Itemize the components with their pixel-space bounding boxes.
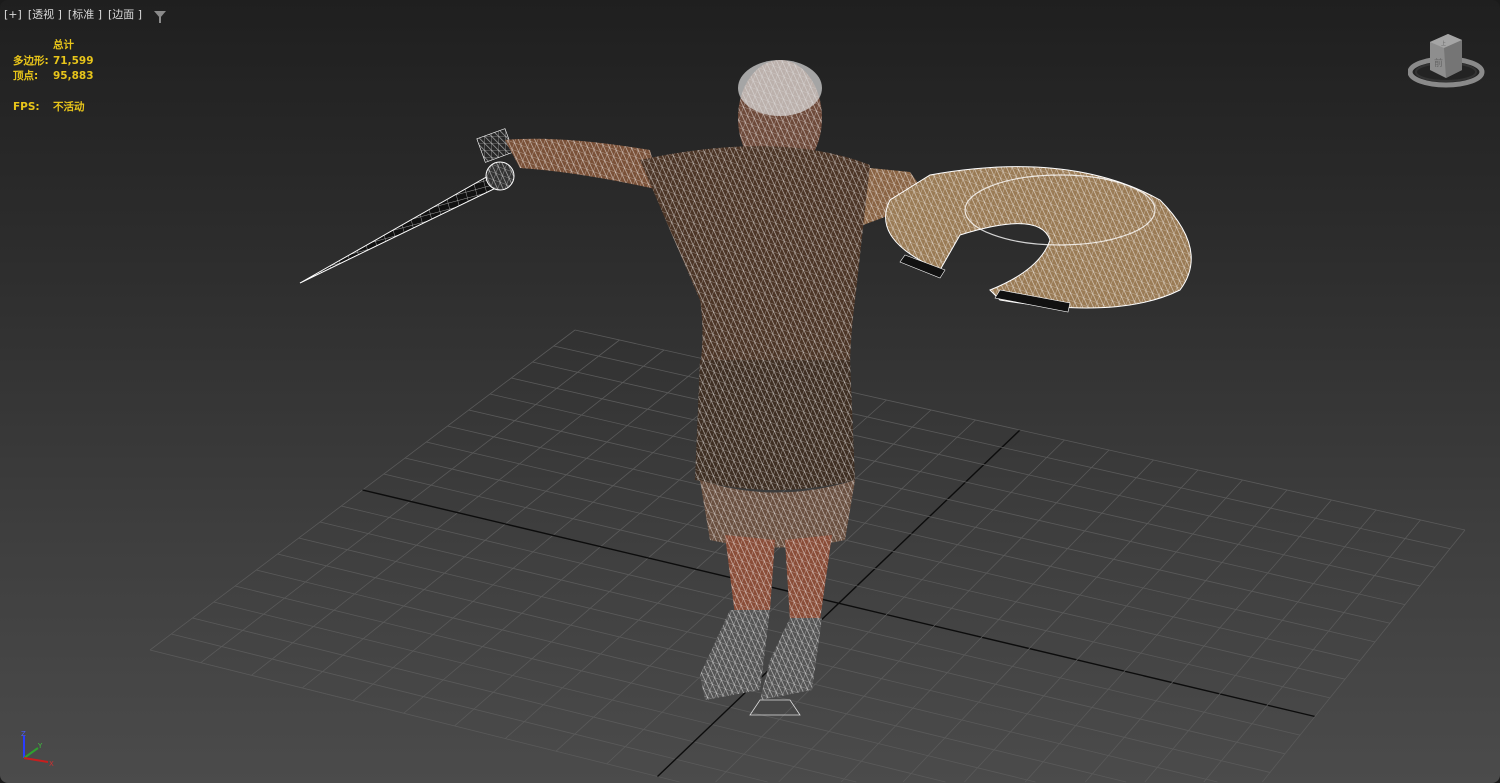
sword[interactable] <box>299 128 515 284</box>
fps-label: FPS: <box>13 101 40 113</box>
statistics-overlay: 总计 多边形: 71,599 顶点: 95,883 FPS: 不活动 <box>13 38 94 116</box>
fps-value: 不活动 <box>53 101 85 113</box>
vertices-value: 95,883 <box>53 70 94 82</box>
stats-header: 总计 <box>53 39 74 51</box>
shield[interactable] <box>885 166 1192 313</box>
axis-z-label: Z <box>21 730 26 738</box>
perspective-viewport[interactable]: [+] [透视 ] [标准 ] [边面 ] 总计 多边形: 71,599 顶点: 9… <box>0 0 1500 783</box>
viewport-general-menu[interactable]: [+] <box>4 8 22 21</box>
viewport-shading-menu[interactable]: [标准 ] <box>68 6 102 22</box>
viewport-display-mode-menu[interactable]: [边面 ] <box>108 6 142 22</box>
vertices-label: 顶点: <box>13 70 39 82</box>
axis-tripod-icon: Z Y X <box>21 730 54 768</box>
polygons-value: 71,599 <box>53 54 94 67</box>
viewcube-top-face[interactable]: 上 <box>1441 40 1446 47</box>
axis-x-label: X <box>49 760 54 768</box>
viewcube-front-face[interactable]: 前 <box>1434 57 1443 69</box>
axis-y-label: Y <box>37 742 43 750</box>
warrior-model-wireframe[interactable] <box>0 0 1500 783</box>
viewcube[interactable]: 上 前 <box>1408 30 1486 92</box>
viewport-label-menu: [+] [透视 ] [标准 ] [边面 ] <box>4 6 167 23</box>
polygons-label: 多边形: <box>13 54 49 67</box>
viewport-point-of-view-menu[interactable]: [透视 ] <box>28 6 62 22</box>
filter-icon[interactable] <box>154 10 167 23</box>
